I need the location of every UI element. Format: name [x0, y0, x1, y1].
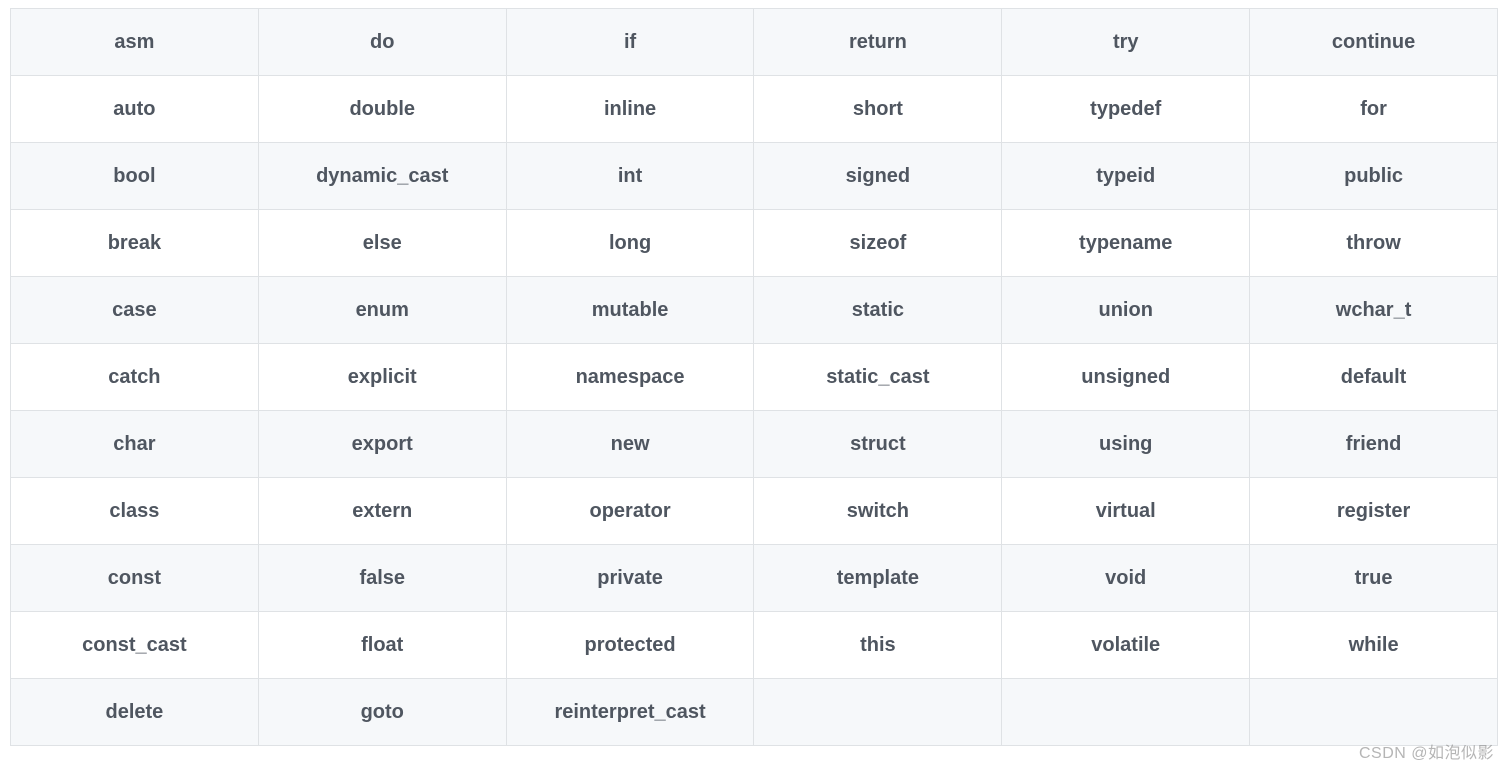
table-cell: static	[754, 277, 1002, 344]
table-cell: static_cast	[754, 344, 1002, 411]
table-cell: case	[11, 277, 259, 344]
table-row: case enum mutable static union wchar_t	[11, 277, 1498, 344]
table-cell: struct	[754, 411, 1002, 478]
table-row: catch explicit namespace static_cast uns…	[11, 344, 1498, 411]
page-container: asm do if return try continue auto doubl…	[0, 0, 1508, 754]
table-cell: false	[258, 545, 506, 612]
table-row: char export new struct using friend	[11, 411, 1498, 478]
table-cell: wchar_t	[1250, 277, 1498, 344]
table-row: const false private template void true	[11, 545, 1498, 612]
table-cell: typedef	[1002, 76, 1250, 143]
table-cell: bool	[11, 143, 259, 210]
table-cell	[1250, 679, 1498, 746]
table-cell: while	[1250, 612, 1498, 679]
table-cell: enum	[258, 277, 506, 344]
table-cell: public	[1250, 143, 1498, 210]
table-cell: extern	[258, 478, 506, 545]
table-cell: using	[1002, 411, 1250, 478]
table-cell: virtual	[1002, 478, 1250, 545]
table-cell: short	[754, 76, 1002, 143]
header-cell: asm	[11, 9, 259, 76]
table-cell: signed	[754, 143, 1002, 210]
table-cell: true	[1250, 545, 1498, 612]
table-cell: new	[506, 411, 754, 478]
table-cell: friend	[1250, 411, 1498, 478]
table-cell: union	[1002, 277, 1250, 344]
table-cell: dynamic_cast	[258, 143, 506, 210]
table-cell: for	[1250, 76, 1498, 143]
table-cell: mutable	[506, 277, 754, 344]
table-cell	[754, 679, 1002, 746]
header-cell: try	[1002, 9, 1250, 76]
header-cell: if	[506, 9, 754, 76]
table-cell: private	[506, 545, 754, 612]
table-cell: int	[506, 143, 754, 210]
table-row: delete goto reinterpret_cast	[11, 679, 1498, 746]
table-cell: switch	[754, 478, 1002, 545]
table-cell: const	[11, 545, 259, 612]
table-cell: inline	[506, 76, 754, 143]
table-cell: void	[1002, 545, 1250, 612]
table-row: const_cast float protected this volatile…	[11, 612, 1498, 679]
table-cell: typename	[1002, 210, 1250, 277]
header-cell: do	[258, 9, 506, 76]
table-cell: this	[754, 612, 1002, 679]
table-cell: break	[11, 210, 259, 277]
table-row: bool dynamic_cast int signed typeid publ…	[11, 143, 1498, 210]
table-cell: namespace	[506, 344, 754, 411]
table-cell: unsigned	[1002, 344, 1250, 411]
table-row: auto double inline short typedef for	[11, 76, 1498, 143]
table-cell: export	[258, 411, 506, 478]
table-row: break else long sizeof typename throw	[11, 210, 1498, 277]
header-cell: return	[754, 9, 1002, 76]
table-cell: reinterpret_cast	[506, 679, 754, 746]
table-cell: else	[258, 210, 506, 277]
header-cell: continue	[1250, 9, 1498, 76]
table-cell: float	[258, 612, 506, 679]
table-cell: default	[1250, 344, 1498, 411]
table-cell: volatile	[1002, 612, 1250, 679]
table-cell: char	[11, 411, 259, 478]
table-cell: sizeof	[754, 210, 1002, 277]
table-cell: explicit	[258, 344, 506, 411]
table-cell: typeid	[1002, 143, 1250, 210]
table-cell	[1002, 679, 1250, 746]
table-cell: delete	[11, 679, 259, 746]
table-cell: double	[258, 76, 506, 143]
table-cell: goto	[258, 679, 506, 746]
table-header-row: asm do if return try continue	[11, 9, 1498, 76]
table-cell: auto	[11, 76, 259, 143]
table-cell: const_cast	[11, 612, 259, 679]
table-cell: template	[754, 545, 1002, 612]
table-cell: class	[11, 478, 259, 545]
table-cell: throw	[1250, 210, 1498, 277]
table-cell: register	[1250, 478, 1498, 545]
table-cell: long	[506, 210, 754, 277]
keywords-table: asm do if return try continue auto doubl…	[10, 8, 1498, 746]
table-cell: protected	[506, 612, 754, 679]
table-row: class extern operator switch virtual reg…	[11, 478, 1498, 545]
table-cell: catch	[11, 344, 259, 411]
table-cell: operator	[506, 478, 754, 545]
